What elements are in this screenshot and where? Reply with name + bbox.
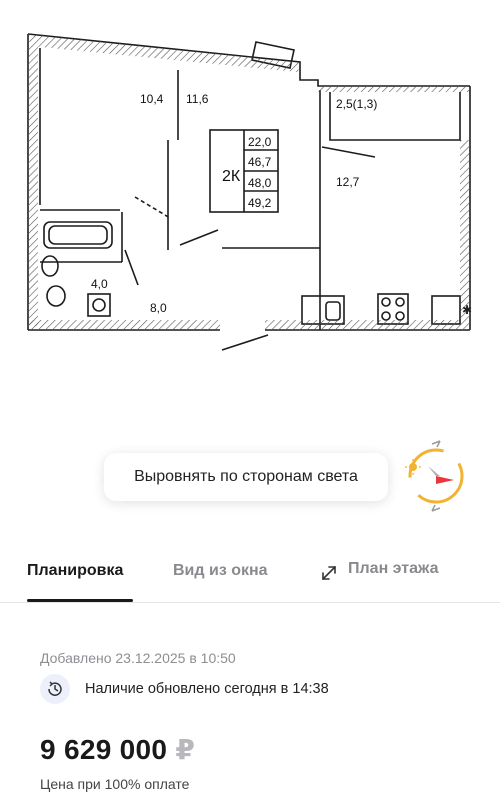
- room-label-balcony: 2,5(1,3): [336, 97, 377, 111]
- plan-area-2: 46,7: [248, 155, 272, 169]
- fridge-icon: ✱: [462, 303, 472, 317]
- tab-floor-plan[interactable]: План этажа: [348, 560, 438, 578]
- room-label-b: 11,6: [186, 92, 209, 106]
- compass-icon: [405, 440, 464, 512]
- room-label-a: 10,4: [140, 92, 164, 106]
- room-label-bath: 4,0: [91, 277, 108, 291]
- expand-icon: [322, 566, 336, 580]
- orientation-label: Выровнять по сторонам света: [134, 468, 358, 485]
- room-label-kitchen: 12,7: [336, 175, 360, 189]
- floor-plan: ✱ 2К 22,0 46,7 48,0 49,2 10,4 11,6 2,5(1…: [0, 0, 500, 420]
- plan-label: 2К: [222, 168, 241, 185]
- room-label-hall: 8,0: [150, 301, 167, 315]
- plan-area-1: 22,0: [248, 135, 272, 149]
- orientation-tooltip: Выровнять по сторонам света: [104, 453, 388, 501]
- availability-status: Наличие обновлено сегодня в 14:38: [85, 681, 329, 697]
- price: 9 629 000 ₽: [40, 733, 195, 766]
- tab-layout[interactable]: Планировка: [27, 562, 123, 580]
- price-value: 9 629 000: [40, 734, 168, 765]
- plan-area-3: 48,0: [248, 176, 272, 190]
- compass-button[interactable]: [402, 440, 470, 512]
- price-note: Цена при 100% оплате: [40, 776, 190, 792]
- currency-symbol: ₽: [175, 734, 196, 765]
- floor-plan-drawing: ✱ 2К 22,0 46,7 48,0 49,2 10,4 11,6 2,5(1…: [27, 33, 472, 351]
- added-date: Добавлено 23.12.2025 в 10:50: [40, 650, 236, 666]
- clock-refresh-icon: [40, 674, 70, 704]
- plan-area-4: 49,2: [248, 196, 272, 210]
- tab-bar: Планировка Вид из окна План этажа: [0, 552, 500, 603]
- tab-window-view[interactable]: Вид из окна: [173, 562, 268, 580]
- active-tab-indicator: [27, 599, 133, 602]
